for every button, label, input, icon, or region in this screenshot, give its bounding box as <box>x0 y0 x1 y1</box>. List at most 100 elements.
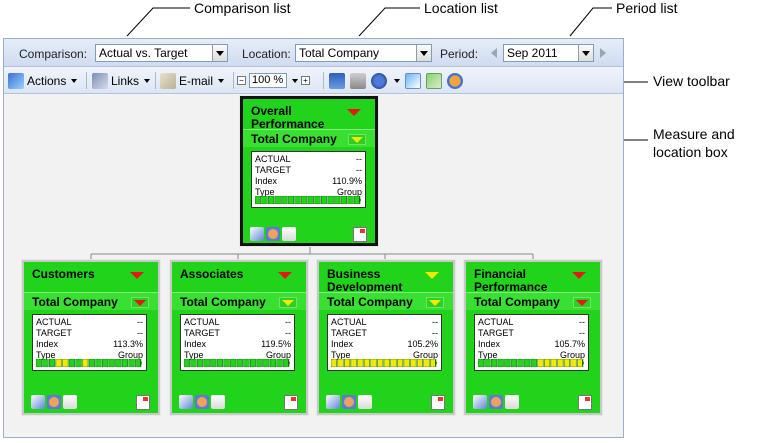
zoom-in-button[interactable]: + <box>301 76 310 85</box>
measure-title[interactable]: Associates <box>180 268 280 281</box>
document-icon[interactable] <box>578 395 592 410</box>
envelope-icon[interactable] <box>63 395 77 409</box>
refresh-icon[interactable] <box>447 72 463 89</box>
toolbar-divider <box>155 72 156 89</box>
chevron-down-icon <box>71 78 78 83</box>
envelope-icon[interactable] <box>211 395 225 409</box>
stat-value: -- <box>356 165 362 175</box>
links-menu[interactable]: Links <box>92 71 151 90</box>
document-icon[interactable] <box>136 395 150 410</box>
envelope-icon[interactable] <box>282 227 296 241</box>
stat-label: TARGET <box>255 165 291 175</box>
measure-stats: ACTUAL -- TARGET -- Index 119.5% Type Group <box>180 314 295 371</box>
stat-row: ACTUAL -- <box>331 317 438 328</box>
stat-label: Index <box>36 339 59 349</box>
stat-label: Index <box>331 339 354 349</box>
period-select-value: Sep 2011 <box>507 46 558 60</box>
stat-row: ACTUAL -- <box>255 154 362 165</box>
measure-stats: ACTUAL -- TARGET -- Index 110.9% Type Group <box>251 151 366 208</box>
people-icon[interactable] <box>342 395 356 409</box>
measure-stats: ACTUAL -- TARGET -- Index 105.2% Type Group <box>327 314 442 371</box>
add-icon[interactable] <box>426 72 442 89</box>
period-select[interactable]: Sep 2011 <box>503 44 594 62</box>
zoom-control[interactable]: − 100 % + <box>237 71 310 90</box>
stat-value: 110.9% <box>332 176 362 186</box>
callout-measure-box-line2: location box <box>653 144 728 160</box>
card-action-icons <box>326 395 372 409</box>
document-icon[interactable] <box>284 395 298 410</box>
measure-card[interactable]: Financial Performance Total Company ACTUAL… <box>464 260 602 415</box>
chevron-down-icon[interactable] <box>292 78 298 83</box>
stat-value: -- <box>285 317 291 327</box>
people-icon[interactable] <box>489 395 503 409</box>
previous-period-icon[interactable] <box>491 48 497 58</box>
location-select[interactable]: Total Company <box>295 44 432 62</box>
measure-title[interactable]: Business Development <box>327 268 427 294</box>
chart-icon[interactable] <box>31 395 45 409</box>
stat-value: 119.5% <box>261 339 291 349</box>
people-icon[interactable] <box>266 227 280 241</box>
zoom-level-field[interactable]: 100 % <box>249 73 287 88</box>
people-icon[interactable] <box>47 395 61 409</box>
next-period-icon[interactable] <box>600 48 606 58</box>
stat-row: Index 113.3% <box>36 339 143 350</box>
location-name: Total Company <box>32 295 118 309</box>
stat-value: -- <box>579 328 585 338</box>
measure-card[interactable]: Customers Total Company ACTUAL -- TARGET -- In… <box>22 260 160 415</box>
expand-icon[interactable] <box>405 72 421 89</box>
envelope-icon[interactable] <box>505 395 519 409</box>
location-name: Total Company <box>180 295 266 309</box>
save-icon[interactable] <box>329 72 345 89</box>
chevron-down-icon[interactable] <box>394 78 400 83</box>
measure-card[interactable]: Overall Performance Total Company ACTUAL --… <box>240 96 378 246</box>
location-label: Location: <box>242 47 291 61</box>
location-status-icon[interactable] <box>348 134 366 145</box>
location-status-icon[interactable] <box>131 297 149 308</box>
zoom-out-button[interactable]: − <box>237 76 246 85</box>
location-status-icon[interactable] <box>279 297 297 308</box>
print-icon[interactable] <box>350 72 366 89</box>
chevron-down-icon[interactable] <box>212 45 227 61</box>
measure-card[interactable]: Business Development Total Company ACTUAL -… <box>317 260 455 415</box>
stat-label: ACTUAL <box>36 317 72 327</box>
stat-label: Index <box>255 176 278 186</box>
chevron-down-icon[interactable] <box>416 45 431 61</box>
chevron-down-icon[interactable] <box>578 45 593 61</box>
toolbar-divider <box>233 72 234 89</box>
performance-gauge <box>183 358 290 368</box>
location-row[interactable]: Total Company <box>243 129 375 147</box>
location-row[interactable]: Total Company <box>319 292 453 310</box>
measure-title[interactable]: Overall Performance <box>251 105 351 131</box>
measure-title[interactable]: Customers <box>32 268 132 281</box>
status-indicator-icon <box>572 272 586 279</box>
chart-icon[interactable] <box>326 395 340 409</box>
stat-label: TARGET <box>331 328 367 338</box>
location-status-icon[interactable] <box>426 297 444 308</box>
chart-icon[interactable] <box>473 395 487 409</box>
chart-icon[interactable] <box>179 395 193 409</box>
people-icon[interactable] <box>195 395 209 409</box>
view-toolbar: Actions Links E-mail − 100 % + <box>4 67 623 94</box>
location-row[interactable]: Total Company <box>172 292 306 310</box>
stat-label: ACTUAL <box>184 317 220 327</box>
actions-menu[interactable]: Actions <box>8 71 78 90</box>
location-select-value: Total Company <box>299 46 380 60</box>
stat-row: TARGET -- <box>331 328 438 339</box>
measure-title[interactable]: Financial Performance <box>474 268 574 294</box>
document-icon[interactable] <box>353 227 367 242</box>
location-row[interactable]: Total Company <box>466 292 600 310</box>
stat-value: -- <box>432 317 438 327</box>
document-icon[interactable] <box>431 395 445 410</box>
measure-card[interactable]: Associates Total Company ACTUAL -- TARGET -- I… <box>170 260 308 415</box>
stat-value: -- <box>285 328 291 338</box>
stat-row: TARGET -- <box>36 328 143 339</box>
card-action-icons <box>250 227 296 241</box>
location-row[interactable]: Total Company <box>24 292 158 310</box>
toolbar-divider <box>86 72 87 89</box>
location-status-icon[interactable] <box>573 297 591 308</box>
chart-icon[interactable] <box>250 227 264 241</box>
email-menu[interactable]: E-mail <box>160 71 225 90</box>
comparison-select[interactable]: Actual vs. Target <box>95 44 228 62</box>
gear-icon[interactable] <box>371 72 387 89</box>
envelope-icon[interactable] <box>358 395 372 409</box>
